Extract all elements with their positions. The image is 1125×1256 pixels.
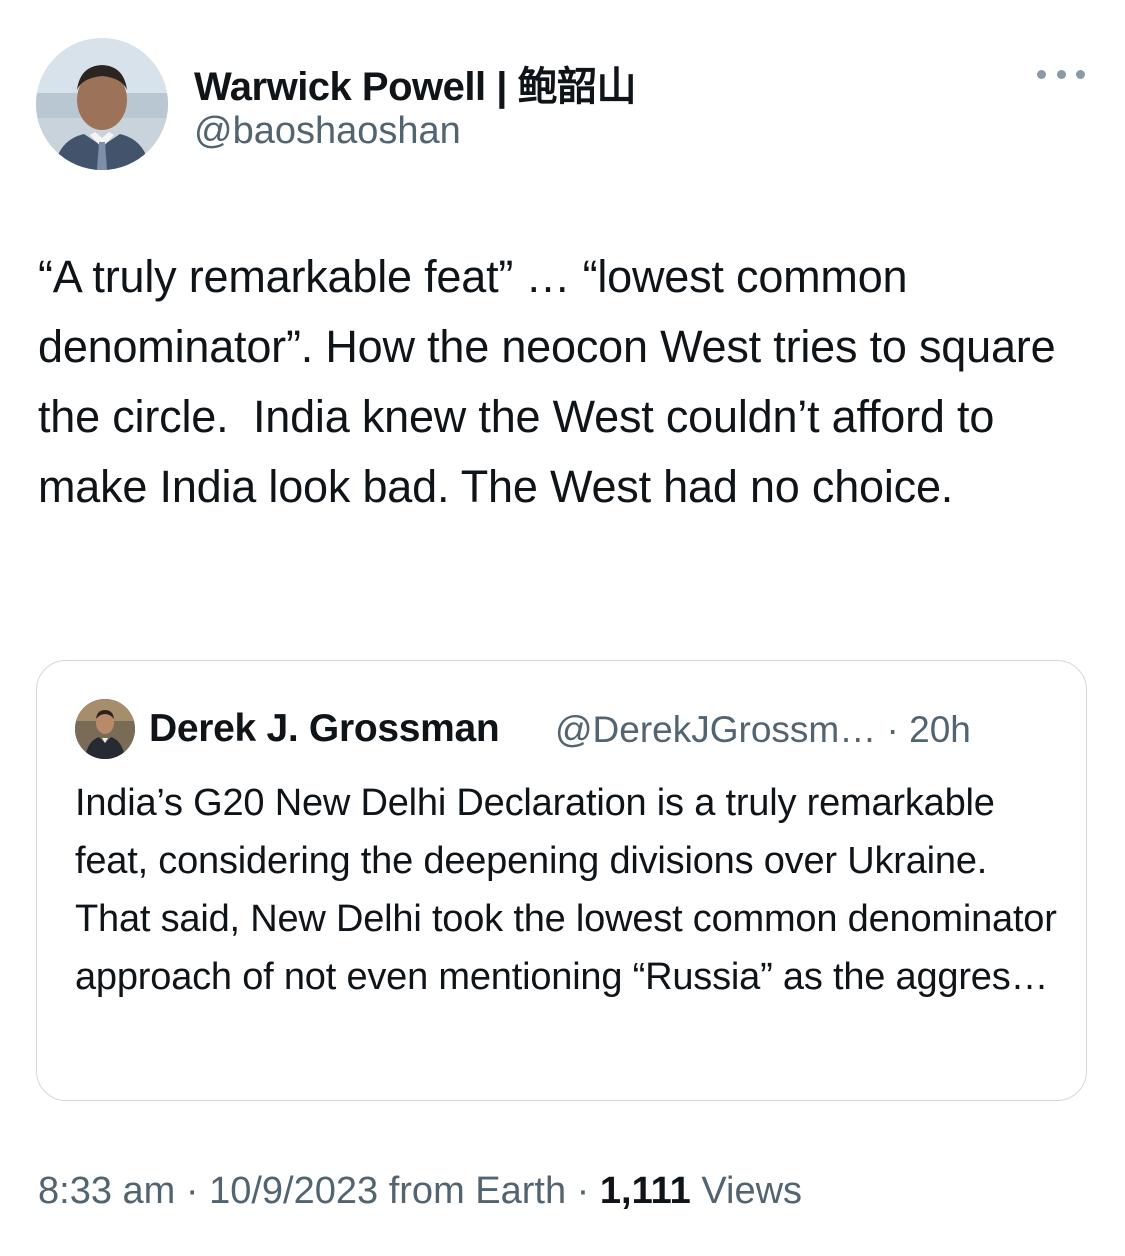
tweet-source: from Earth	[388, 1170, 567, 1212]
quoted-tweet-meta: @DerekJGrossm… · 20h	[555, 709, 971, 751]
footer-separator: ·	[185, 1170, 199, 1212]
tweet-date[interactable]: 10/9/2023	[209, 1170, 378, 1212]
footer-separator: ·	[576, 1170, 590, 1212]
more-horizontal-icon-dot	[1076, 69, 1085, 79]
tweet-detail: Warwick Powell | 鲍韶山 @baoshaoshan “A tru…	[0, 0, 1125, 1256]
quoted-author-handle[interactable]: @DerekJGrossm…	[555, 709, 876, 750]
more-horizontal-icon-dot	[1056, 69, 1066, 79]
quoted-tweet-time[interactable]: 20h	[909, 709, 971, 750]
author-name[interactable]: Warwick Powell | 鲍韶山	[194, 54, 637, 112]
tweet-time[interactable]: 8:33 am	[38, 1170, 175, 1212]
quoted-author-name[interactable]: Derek J. Grossman	[149, 707, 500, 751]
tweet-header: Warwick Powell | 鲍韶山 @baoshaoshan	[36, 38, 1089, 170]
more-horizontal-icon	[1037, 69, 1046, 79]
more-options-button[interactable]	[1037, 60, 1085, 88]
views-count[interactable]: 1,111	[600, 1170, 691, 1212]
quoted-author-avatar[interactable]	[75, 699, 135, 759]
tweet-footer: 8:33 am · 10/9/2023 from Earth · 1,111 V…	[38, 1170, 802, 1213]
author-avatar[interactable]	[36, 38, 168, 170]
tweet-text: “A truly remarkable feat” … “lowest comm…	[38, 251, 1068, 512]
views-label: Views	[701, 1170, 803, 1212]
quoted-tweet[interactable]: Derek J. Grossman @DerekJGrossm… · 20h I…	[36, 660, 1087, 1101]
meta-separator: ·	[886, 709, 899, 750]
author-handle[interactable]: @baoshaoshan	[194, 110, 461, 153]
quoted-tweet-text: India’s G20 New Delhi Declaration is a t…	[75, 782, 1057, 998]
